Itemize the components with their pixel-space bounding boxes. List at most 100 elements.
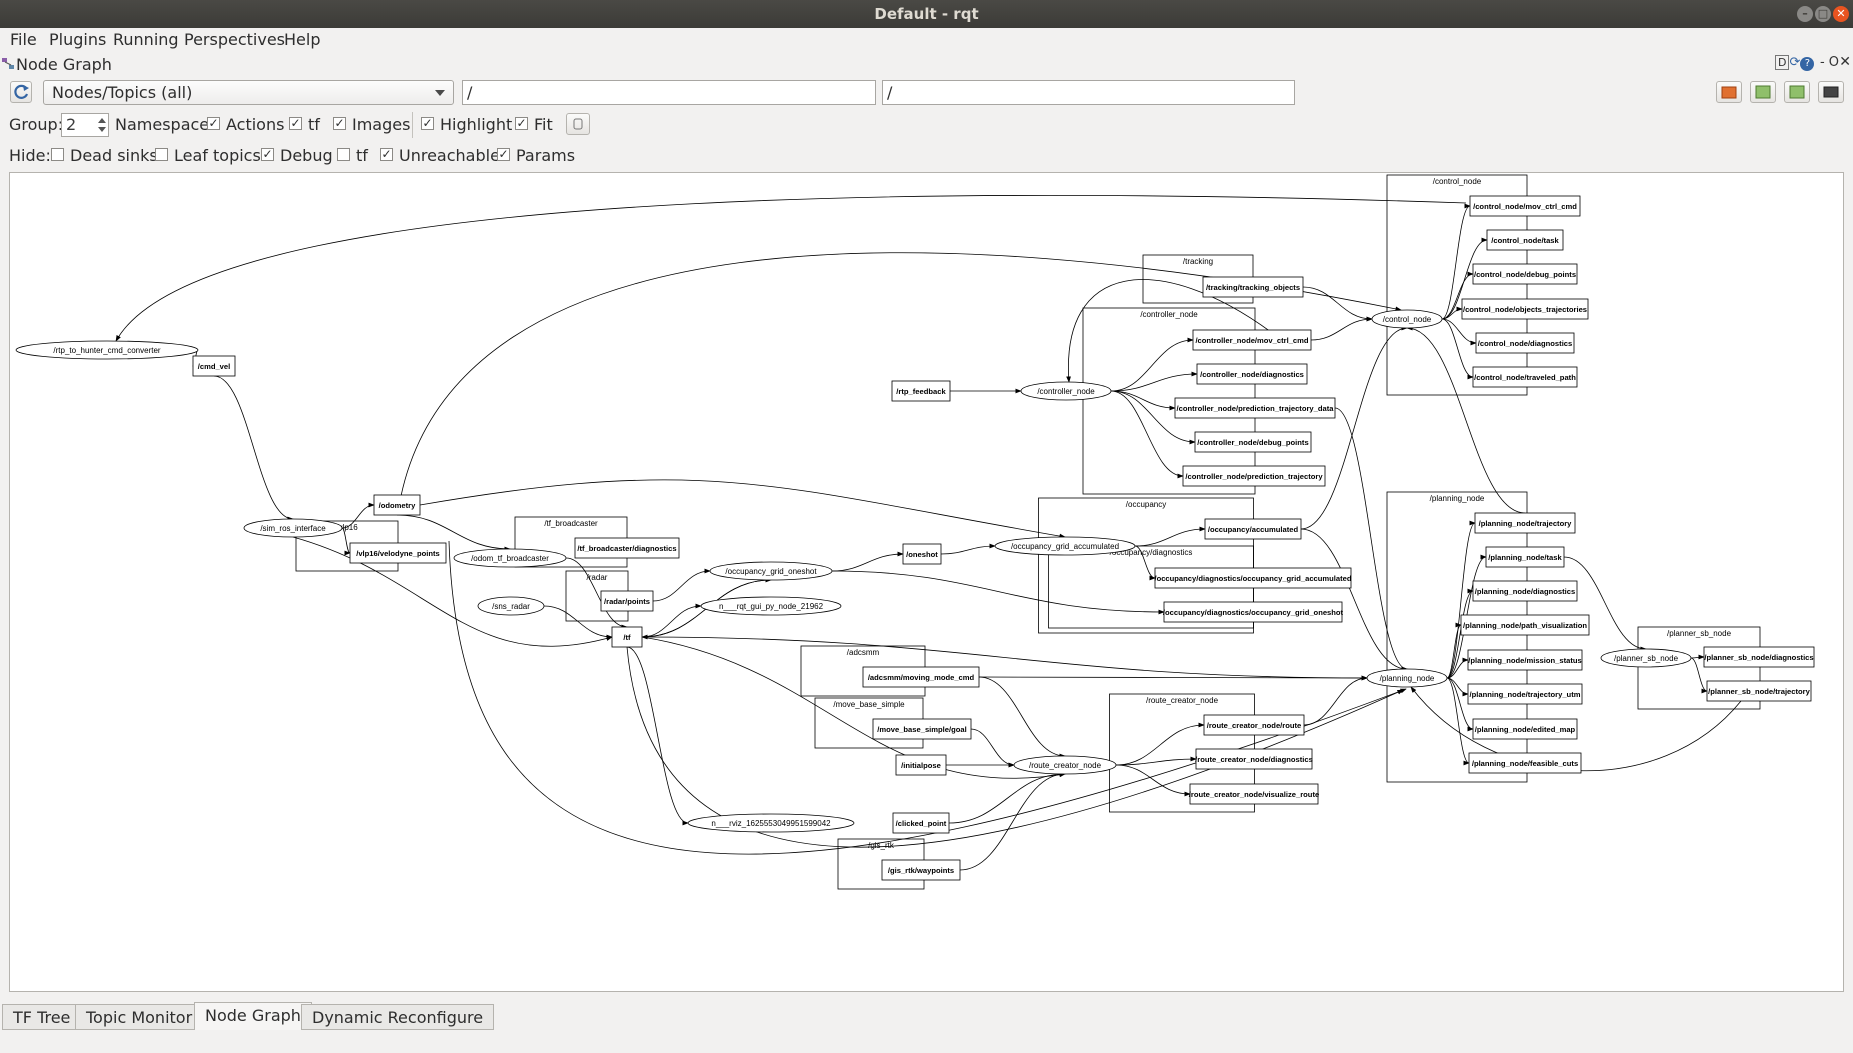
graph-topic-tf[interactable]: /tf bbox=[611, 626, 643, 648]
dock-float-icon[interactable]: - O bbox=[1820, 55, 1839, 70]
graph-topic-mbs_goal[interactable]: /move_base_simple/goal bbox=[872, 718, 972, 740]
fit-checkbox[interactable]: ✓ bbox=[515, 117, 528, 130]
save-dot-button[interactable] bbox=[1750, 81, 1776, 103]
topic-label: /planning_node/feasible_cuts bbox=[1472, 759, 1578, 768]
graph-topic-cmdvel[interactable]: /cmd_vel bbox=[192, 355, 236, 377]
graph-topic-initpose[interactable]: /initialpose bbox=[895, 754, 947, 776]
graph-edge bbox=[948, 771, 1066, 824]
group-spinbox[interactable]: 2 bbox=[61, 113, 109, 137]
spin-down-icon[interactable] bbox=[98, 127, 106, 132]
topic-filter-input[interactable] bbox=[882, 80, 1295, 105]
graph-topic-odom[interactable]: /odometry bbox=[373, 494, 421, 516]
graph-topic-psb_traj[interactable]: /planner_sb_node/trajectory bbox=[1706, 680, 1812, 702]
graph-topic-ctl_path[interactable]: /control_node/traveled_path bbox=[1472, 366, 1578, 388]
graph-topic-rtpfb[interactable]: /rtp_feedback bbox=[891, 380, 951, 402]
graph-topic-psb_diag[interactable]: /planner_sb_node/diagnostics bbox=[1703, 646, 1815, 668]
tab-tf-tree[interactable]: TF Tree bbox=[2, 1004, 82, 1030]
menu-file[interactable]: File bbox=[10, 30, 37, 49]
graph-node-planningn[interactable]: /planning_node bbox=[1366, 668, 1448, 688]
tab-topic-monitor[interactable]: Topic Monitor bbox=[75, 1004, 204, 1030]
graph-topic-pl_traj[interactable]: /planning_node/trajectory bbox=[1474, 512, 1576, 534]
graph-topic-ctl_task[interactable]: /control_node/task bbox=[1486, 229, 1564, 251]
debug-checkbox[interactable]: ✓ bbox=[261, 148, 274, 161]
node-graph-canvas[interactable]: /control_node/tracking/controller_node/o… bbox=[9, 172, 1844, 992]
graph-topic-cn_diag[interactable]: /controller_node/diagnostics bbox=[1196, 363, 1308, 385]
leaf-topics-checkbox[interactable] bbox=[155, 148, 168, 161]
tab-node-graph[interactable]: Node Graph bbox=[194, 1002, 312, 1030]
dock-close-icon[interactable]: ✕ bbox=[1839, 54, 1851, 70]
graph-node-rqtgui[interactable]: n___rqt_gui_py_node_21962 bbox=[700, 596, 842, 616]
unreachable-checkbox[interactable]: ✓ bbox=[380, 148, 393, 161]
graph-topic-cn_ptraj[interactable]: /controller_node/prediction_trajectory bbox=[1182, 465, 1326, 487]
graph-topic-rc_route[interactable]: /route_creator_node/route bbox=[1203, 714, 1305, 736]
graph-topic-pl_vis[interactable]: /planning_node/path_visualization bbox=[1460, 614, 1590, 636]
menu-running[interactable]: Running bbox=[113, 30, 179, 49]
graph-node-sim[interactable]: /sim_ros_interface bbox=[243, 518, 343, 538]
graph-topic-ctl_dbg[interactable]: /control_node/debug_points bbox=[1472, 263, 1578, 285]
save-svg-button[interactable] bbox=[1784, 81, 1810, 103]
hide-tf-checkbox[interactable] bbox=[337, 148, 350, 161]
load-dot-button[interactable] bbox=[1716, 81, 1742, 103]
graph-mode-select[interactable]: Nodes/Topics (all) bbox=[43, 80, 454, 105]
menu-plugins[interactable]: Plugins bbox=[49, 30, 106, 49]
maximize-button[interactable]: □ bbox=[1815, 6, 1831, 22]
graph-node-sns[interactable]: /sns_radar bbox=[477, 596, 545, 616]
graph-topic-rc_vis[interactable]: /route_creator_node/visualize_route bbox=[1189, 783, 1319, 805]
graph-topic-trk[interactable]: /tracking/tracking_objects bbox=[1202, 276, 1304, 298]
graph-topic-pl_map[interactable]: /planning_node/edited_map bbox=[1472, 718, 1578, 740]
graph-node-plannersbn[interactable]: /planner_sb_node bbox=[1600, 648, 1692, 668]
graph-topic-gis_wp[interactable]: /gis_rtk/waypoints bbox=[881, 859, 961, 881]
graph-topic-ctl_diag[interactable]: /control_node/diagnostics bbox=[1475, 332, 1575, 354]
graph-topic-cn_mov[interactable]: /controller_node/mov_ctrl_cmd bbox=[1192, 329, 1312, 351]
close-button[interactable]: ✕ bbox=[1833, 6, 1849, 22]
graph-topic-pl_task[interactable]: /planning_node/task bbox=[1485, 546, 1565, 568]
graph-topic-pl_ms[interactable]: /planning_node/mission_status bbox=[1467, 649, 1583, 671]
node-label: /odom_tf_broadcaster bbox=[471, 554, 549, 563]
graph-topic-ctl_obj[interactable]: /control_node/objects_trajectories bbox=[1461, 298, 1589, 320]
graph-node-routen[interactable]: /route_creator_node bbox=[1013, 755, 1117, 775]
graph-node-oneshotn[interactable]: /occupancy_grid_oneshot bbox=[709, 561, 833, 581]
graph-svg[interactable]: /control_node/tracking/controller_node/o… bbox=[10, 173, 1843, 991]
graph-topic-cn_dbg[interactable]: /controller_node/debug_points bbox=[1194, 431, 1312, 453]
graph-node-rviz[interactable]: n___rviz_1625553049951599042 bbox=[687, 813, 855, 833]
refresh-button[interactable] bbox=[10, 81, 32, 103]
dock-help-icon[interactable]: D ⟳? bbox=[1775, 55, 1815, 73]
graph-topic-adc_mov[interactable]: /adcsmm/moving_mode_cmd bbox=[862, 666, 980, 688]
save-image-button[interactable] bbox=[1818, 81, 1844, 103]
graph-node-rtp2h[interactable]: /rtp_to_hunter_cmd_converter bbox=[15, 340, 199, 360]
spin-up-icon[interactable] bbox=[98, 118, 106, 123]
graph-topic-cn_pred[interactable]: /controller_node/prediction_trajectory_d… bbox=[1174, 397, 1336, 419]
graph-topic-occacc[interactable]: /occupancy/accumulated bbox=[1204, 518, 1302, 540]
graph-node-controln[interactable]: /control_node bbox=[1371, 309, 1443, 329]
graph-topic-ctl_mov[interactable]: /control_node/mov_ctrl_cmd bbox=[1469, 195, 1581, 217]
minimize-button[interactable]: – bbox=[1797, 6, 1813, 22]
graph-topic-radarpts[interactable]: /radar/points bbox=[600, 590, 654, 612]
refresh-icon bbox=[14, 84, 29, 99]
graph-node-odomtf[interactable]: /odom_tf_broadcaster bbox=[453, 548, 567, 568]
actions-checkbox[interactable]: ✓ bbox=[207, 117, 220, 130]
graph-topic-oneshot[interactable]: /oneshot bbox=[902, 543, 942, 565]
graph-topic-od_acc[interactable]: /occupancy/diagnostics/occupancy_grid_ac… bbox=[1154, 567, 1352, 589]
menu-perspectives[interactable]: Perspectives bbox=[184, 30, 285, 49]
images-checkbox[interactable]: ✓ bbox=[333, 117, 346, 130]
graph-node-controllern[interactable]: /controller_node bbox=[1020, 381, 1112, 401]
graph-topic-tfbdiag[interactable]: /tf_broadcaster/diagnostics bbox=[574, 537, 680, 559]
dead-sinks-checkbox[interactable] bbox=[51, 148, 64, 161]
menu-help[interactable]: Help bbox=[284, 30, 320, 49]
graph-topic-od_one[interactable]: /occupancy/diagnostics/occupancy_grid_on… bbox=[1163, 601, 1344, 623]
graph-topic-pl_cuts[interactable]: /planning_node/feasible_cuts bbox=[1468, 752, 1582, 774]
graph-topic-vlppts[interactable]: /vlp16/velodyne_points bbox=[349, 542, 447, 564]
fit-view-button[interactable] bbox=[566, 113, 590, 135]
tab-dynamic-reconfigure[interactable]: Dynamic Reconfigure bbox=[301, 1004, 495, 1030]
graph-node-accn[interactable]: /occupancy_grid_accumulated bbox=[994, 536, 1136, 556]
folder-open-icon bbox=[1721, 86, 1737, 99]
tf-checkbox[interactable]: ✓ bbox=[289, 117, 302, 130]
namespace-filter-input[interactable] bbox=[462, 80, 876, 105]
highlight-checkbox[interactable]: ✓ bbox=[421, 117, 434, 130]
graph-topic-rc_diag[interactable]: /route_creator_node/diagnostics bbox=[1195, 748, 1313, 770]
graph-topic-pl_diag[interactable]: /planning_node/diagnostics bbox=[1472, 580, 1578, 602]
params-checkbox[interactable]: ✓ bbox=[497, 148, 510, 161]
graph-topic-pl_utm[interactable]: /planning_node/trajectory_utm bbox=[1467, 683, 1583, 705]
topic-label: /control_node/debug_points bbox=[1474, 270, 1576, 279]
graph-topic-clicked[interactable]: /clicked_point bbox=[892, 812, 950, 834]
